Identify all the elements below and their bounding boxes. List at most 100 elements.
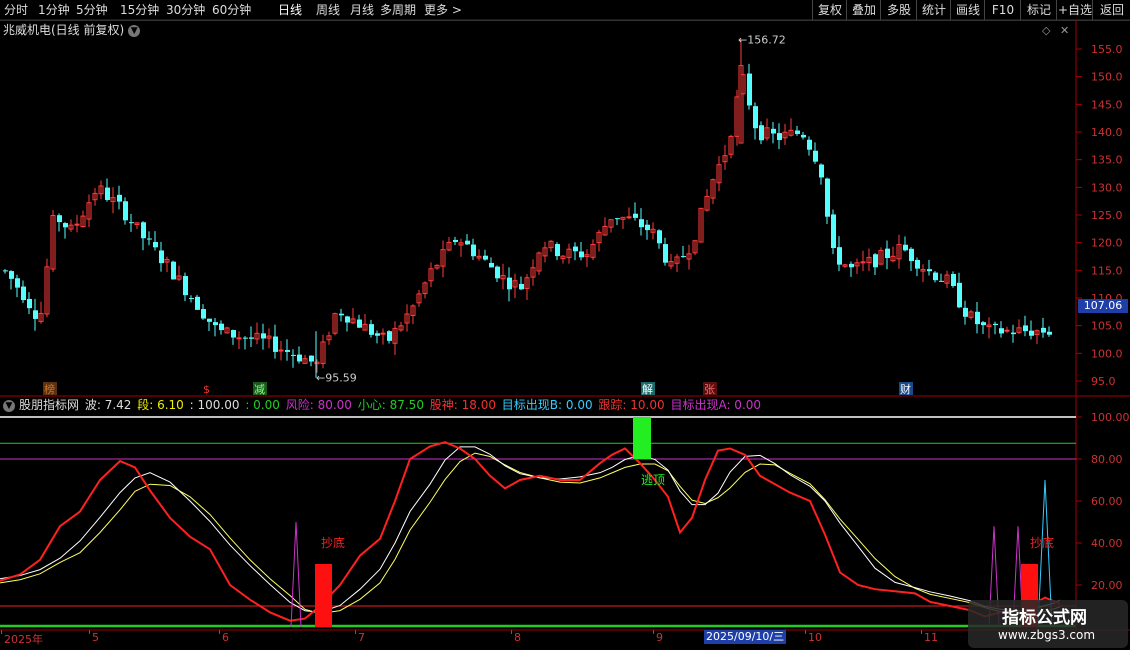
candle-body — [195, 296, 200, 310]
candle-body — [489, 262, 494, 268]
candle-body — [860, 261, 866, 264]
candle-body — [639, 219, 644, 228]
sell-signal-label: 逃顶 — [641, 473, 665, 487]
candle-body — [771, 128, 776, 134]
watermark-url: www.zbgs3.com — [998, 628, 1096, 642]
date-tick-6 — [805, 630, 806, 634]
candle-body — [117, 194, 122, 202]
price-tick-label-8: 115.0 — [1091, 264, 1123, 277]
candle-body — [15, 278, 20, 288]
price-tick-label-10: 105.0 — [1091, 320, 1123, 333]
candle-body — [1041, 327, 1046, 333]
indicator-menu-icon[interactable]: ▼ — [3, 399, 15, 412]
indicator-name[interactable]: 股朋指标网 — [19, 398, 79, 412]
candle-body — [153, 242, 158, 248]
candle-body — [357, 319, 362, 328]
date-tick-4 — [511, 630, 512, 634]
candle-body — [981, 322, 986, 326]
candle-body — [339, 313, 344, 316]
candle-body — [57, 215, 62, 223]
candle-body — [159, 250, 164, 264]
candle-body — [375, 333, 380, 336]
candle-body — [927, 269, 932, 272]
candle-body — [903, 244, 908, 251]
candle-body — [345, 316, 350, 323]
close-icon: ✕ — [1060, 24, 1069, 37]
event-marker-4: 张 — [704, 383, 715, 396]
candle-body — [837, 247, 842, 265]
date-tick-7 — [921, 630, 922, 634]
candle-body — [885, 248, 890, 259]
candle-body — [201, 309, 206, 319]
date-label-7: 11 — [924, 631, 938, 644]
candle-body — [939, 280, 944, 282]
diamond-icon: ◇ — [1042, 24, 1051, 37]
candle-body — [236, 337, 242, 340]
price-tick-label-7: 120.0 — [1091, 237, 1123, 250]
candle-body — [213, 322, 218, 326]
candle-body — [1023, 325, 1028, 332]
candle-body — [105, 187, 110, 200]
candle-body — [141, 222, 146, 239]
candle-body — [825, 178, 830, 217]
price-tick-label-1: 150.0 — [1091, 71, 1123, 84]
date-tick-0 — [1, 630, 2, 634]
indicator-value-5: 小心: 87.50 — [353, 398, 424, 412]
candle-body — [189, 298, 194, 300]
candle-body — [579, 251, 584, 258]
candle-body — [645, 224, 650, 231]
candle-body — [21, 286, 26, 301]
candle-body — [573, 246, 578, 252]
chart-canvas[interactable]: 155.0 150.0 145.0 140.0 135.0 130.0 125.0 120.0… — [0, 0, 1130, 650]
indicator-value-0: 波: 7.42 — [81, 398, 132, 412]
event-marker-1: $ — [203, 383, 210, 396]
candle-body — [129, 222, 134, 224]
indicator-value-8: 跟踪: 10.00 — [594, 398, 665, 412]
buy-signal-label-2: 抄底 — [1030, 535, 1054, 550]
candle-body — [507, 277, 512, 290]
candle-body — [519, 283, 524, 290]
candle-body — [633, 213, 638, 218]
candle-body — [74, 223, 80, 226]
low-price-label: ←95.59 — [316, 372, 357, 385]
candle-body — [999, 328, 1004, 334]
candle-body — [219, 323, 224, 331]
candle-body — [849, 263, 854, 268]
candle-body — [759, 125, 764, 141]
price-tick-label-6: 125.0 — [1091, 209, 1123, 222]
candle-body — [957, 282, 962, 308]
candle-body — [387, 331, 392, 341]
candle-body — [1011, 332, 1016, 335]
date-tick-1 — [89, 630, 90, 634]
candle-body — [993, 323, 998, 326]
d-line — [0, 446, 1061, 613]
candle-body — [9, 271, 14, 279]
current-price-label: 107.06 — [1078, 299, 1128, 313]
candle-body — [261, 333, 266, 339]
indicator-header: ▼ 股朋指标网 波: 7.42 段: 6.10 : 100.00 : 0.00 风… — [3, 398, 763, 413]
candle-body — [663, 244, 668, 263]
candle-body — [285, 350, 290, 352]
candle-body — [495, 266, 500, 279]
indicator-value-9: 目标出现A: 0.00 — [666, 398, 762, 412]
candle-body — [873, 254, 878, 268]
candle-body — [555, 244, 560, 257]
candle-body — [3, 270, 8, 272]
indicator-value-1: 段: 6.10 — [133, 398, 184, 412]
candle-body — [471, 244, 476, 257]
price-tick-label-11: 100.0 — [1091, 347, 1123, 360]
candle-body — [369, 324, 374, 335]
candle-body — [777, 133, 782, 141]
ind-tick-label-2: 60.00 — [1091, 495, 1123, 508]
date-tick-5 — [653, 630, 654, 634]
date-axis: 2025年 5 6 7 8 9 10 11 — [0, 630, 1076, 650]
candle-body — [465, 240, 470, 245]
candle-body — [273, 336, 278, 352]
candle-body — [249, 337, 254, 339]
ind-tick-label-0: 100.00 — [1091, 411, 1130, 424]
date-label-3: 7 — [358, 631, 365, 644]
candle-body — [33, 310, 38, 319]
date-label-6: 10 — [808, 631, 822, 644]
candle-body — [807, 139, 812, 150]
high-price-label: ←156.72 — [738, 33, 786, 46]
